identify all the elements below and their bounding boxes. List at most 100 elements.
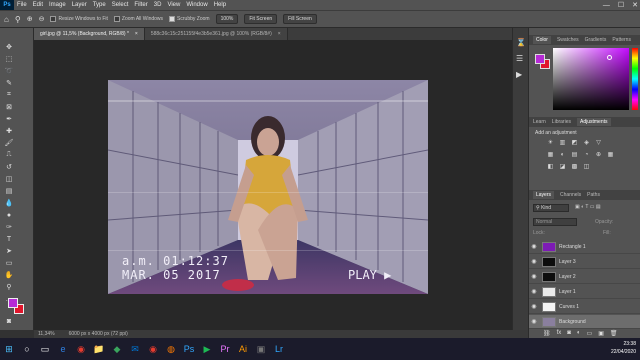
taskbar-app-icon[interactable]: ⊞ [0, 338, 18, 360]
type-tool-icon[interactable]: T [3, 234, 15, 244]
taskbar-app-icon[interactable]: ▭ [36, 338, 54, 360]
taskbar-app-icon[interactable]: Ps [180, 338, 198, 360]
curves-icon[interactable]: ◩ [571, 140, 578, 147]
tab-libraries[interactable]: Libraries [552, 119, 571, 125]
history-brush-tool-icon[interactable]: ↺ [3, 162, 15, 172]
scrubby-zoom-checkbox[interactable]: Scrubby Zoom [169, 16, 210, 22]
fill-screen-button[interactable]: Fill Screen [283, 14, 317, 24]
path-select-tool-icon[interactable]: ➤ [3, 246, 15, 256]
eraser-tool-icon[interactable]: ◫ [3, 174, 15, 184]
frame-tool-icon[interactable]: ⊠ [3, 102, 15, 112]
menu-image[interactable]: Image [46, 2, 69, 8]
taskbar-app-icon[interactable]: ○ [18, 338, 36, 360]
layer-row[interactable]: ◉ Background [529, 315, 640, 329]
taskbar-app-icon[interactable]: Pr [216, 338, 234, 360]
zoom-level[interactable]: 11,34% [38, 331, 55, 337]
menu-window[interactable]: Window [183, 2, 210, 8]
layer-row[interactable]: ◉ Layer 1 [529, 285, 640, 299]
quick-select-tool-icon[interactable]: ✎ [3, 78, 15, 88]
photo-filter-icon[interactable]: ◔ [583, 152, 590, 159]
healing-brush-tool-icon[interactable]: ✚ [3, 126, 15, 136]
tab-gradients[interactable]: Gradients [585, 37, 607, 43]
taskbar-app-icon[interactable]: e [54, 338, 72, 360]
quick-mask-icon[interactable]: ◙ [3, 316, 15, 326]
new-layer-icon[interactable]: ▣ [598, 330, 604, 337]
layer-row[interactable]: ◉ Curves 1 [529, 300, 640, 314]
menu-filter[interactable]: Filter [131, 2, 150, 8]
new-adjustment-icon[interactable]: ◐ [577, 330, 581, 337]
menu-select[interactable]: Select [109, 2, 132, 8]
tab-girl-jpg[interactable]: girl.jpg @ 11,5% (Background, RGB/8) * × [34, 28, 145, 40]
zoom-100-button[interactable]: 100% [215, 14, 239, 24]
visibility-eye-icon[interactable]: ◉ [529, 258, 539, 265]
tab-layers[interactable]: Layers [533, 191, 555, 199]
black-white-icon[interactable]: ▤ [571, 152, 578, 159]
layer-row[interactable]: ◉ Layer 2 [529, 270, 640, 284]
menu-layer[interactable]: Layer [69, 2, 90, 8]
color-fg-chip[interactable] [535, 54, 545, 64]
hue-saturation-icon[interactable]: ▦ [547, 152, 554, 159]
taskbar-app-icon[interactable]: ◉ [72, 338, 90, 360]
pen-tool-icon[interactable]: ✑ [3, 222, 15, 232]
tab-patterns[interactable]: Patterns [612, 37, 631, 43]
crop-tool-icon[interactable]: ⌗ [3, 90, 15, 100]
zoom-all-checkbox[interactable]: Zoom All Windows [113, 16, 163, 22]
visibility-eye-icon[interactable]: ◉ [529, 318, 539, 325]
menu-view[interactable]: View [164, 2, 183, 8]
maximize-icon[interactable]: ☐ [618, 1, 624, 9]
zoom-tool-side-icon[interactable]: ⚲ [3, 282, 15, 292]
taskbar-app-icon[interactable]: ◍ [162, 338, 180, 360]
posterize-icon[interactable]: ◪ [559, 164, 566, 171]
properties-panel-icon[interactable]: ☰ [516, 54, 523, 63]
close-icon[interactable]: ✕ [632, 1, 638, 9]
filter-icons[interactable]: ▣ ◐ T ▭ ▤ [575, 204, 601, 210]
move-tool-icon[interactable]: ✥ [3, 42, 15, 52]
hue-slider[interactable] [632, 48, 638, 110]
taskbar-app-icon[interactable]: ▶ [198, 338, 216, 360]
tab-channels[interactable]: Channels [560, 192, 581, 198]
taskbar-app-icon[interactable]: Ai [234, 338, 252, 360]
tab-adjustments[interactable]: Adjustments [576, 118, 611, 126]
layer-row[interactable]: ◉ Rectangle 1 [529, 240, 640, 254]
channel-mixer-icon[interactable]: ⊕ [595, 152, 602, 159]
layer-kind-filter[interactable]: ⚲ Kind [533, 204, 569, 212]
vibrance-icon[interactable]: ▽ [595, 140, 602, 147]
gradient-tool-icon[interactable]: ▤ [3, 186, 15, 196]
zoom-out-icon[interactable]: ⊖ [39, 15, 45, 23]
menu-3d[interactable]: 3D [151, 2, 165, 8]
actions-panel-icon[interactable]: ▶ [516, 70, 522, 79]
brightness-icon[interactable]: ☀ [547, 140, 554, 147]
resize-windows-checkbox[interactable]: Resize Windows to Fit [50, 16, 108, 22]
eyedropper-tool-icon[interactable]: ✒ [3, 114, 15, 124]
visibility-eye-icon[interactable]: ◉ [529, 273, 539, 280]
brush-tool-icon[interactable]: 🖌 [3, 138, 15, 148]
taskbar-app-icon[interactable]: ◆ [108, 338, 126, 360]
tab-color[interactable]: Color [533, 36, 551, 44]
blend-mode-select[interactable]: Normal [533, 218, 577, 226]
lasso-tool-icon[interactable]: ➰ [3, 66, 15, 76]
color-balance-icon[interactable]: ◐ [559, 152, 566, 159]
invert-icon[interactable]: ◧ [547, 164, 554, 171]
history-panel-icon[interactable]: ⌛ [516, 38, 526, 47]
home-icon[interactable]: ⌂ [4, 15, 9, 24]
levels-icon[interactable]: ▥ [559, 140, 566, 147]
menu-help[interactable]: Help [211, 2, 229, 8]
exposure-icon[interactable]: ◈ [583, 140, 590, 147]
system-clock[interactable]: 23:38 22/04/2020 [611, 340, 636, 356]
layer-row[interactable]: ◉ Layer 3 [529, 255, 640, 269]
menu-edit[interactable]: Edit [30, 2, 46, 8]
add-mask-icon[interactable]: ◙ [567, 330, 571, 337]
taskbar-app-icon[interactable]: Lr [270, 338, 288, 360]
delete-layer-icon[interactable]: 🗑 [610, 330, 618, 337]
marquee-tool-icon[interactable]: ⬚ [3, 54, 15, 64]
dodge-tool-icon[interactable]: ● [3, 210, 15, 220]
tab-close-icon[interactable]: × [278, 31, 281, 37]
layer-style-icon[interactable]: fx [557, 330, 562, 337]
visibility-eye-icon[interactable]: ◉ [529, 303, 539, 310]
link-layers-icon[interactable]: ⛓ [543, 330, 551, 337]
foreground-color-swatch[interactable] [8, 298, 18, 308]
blur-tool-icon[interactable]: 💧 [3, 198, 15, 208]
taskbar-app-icon[interactable]: ▣ [252, 338, 270, 360]
tab-learn[interactable]: Learn [533, 119, 546, 125]
tab-close-icon[interactable]: × [135, 31, 138, 37]
